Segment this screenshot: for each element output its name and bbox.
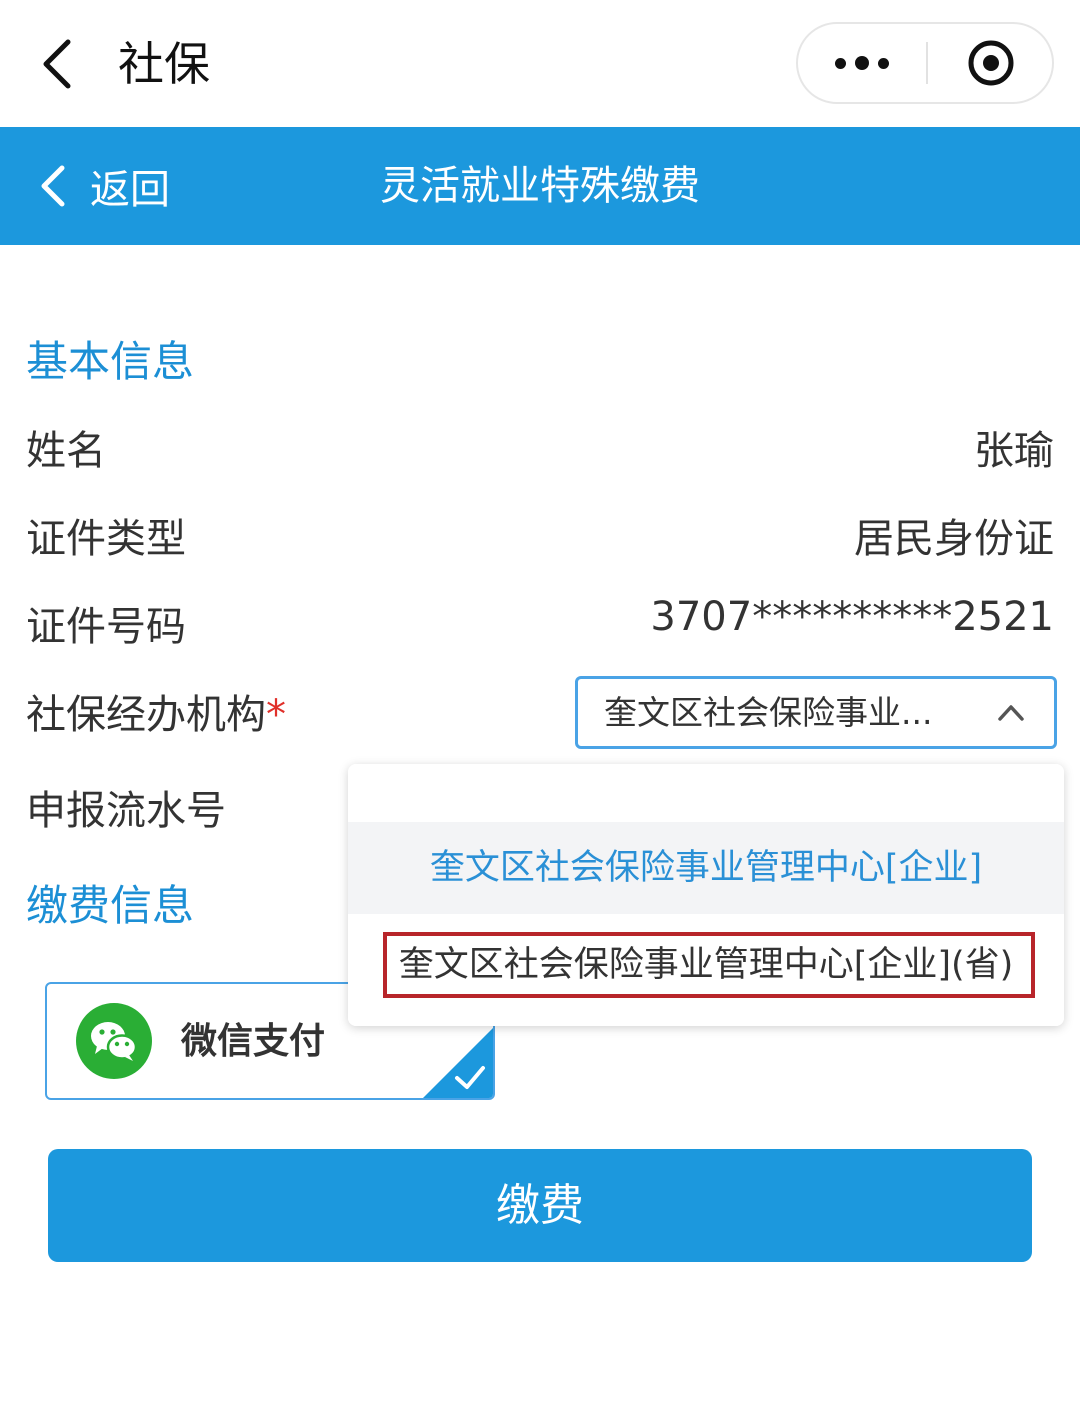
- chevron-up-icon: [998, 705, 1024, 721]
- dropdown-option-enterprise-province-label: 奎文区社会保险事业管理中心[企业](省): [398, 945, 1014, 985]
- id-number-label: 证件号码: [26, 604, 186, 650]
- header-back-button[interactable]: 返回: [36, 155, 170, 217]
- id-number-value: 3707**********2521: [650, 594, 1054, 640]
- agency-dropdown: 奎文区社会保险事业管理中心[企业] 奎文区社会保险事业管理中心[企业](省): [348, 764, 1064, 1026]
- payment-method-label: 微信支付: [181, 1021, 326, 1062]
- target-circle-icon[interactable]: [928, 24, 1054, 102]
- mini-program-top-bar: 社保: [0, 0, 1080, 127]
- section-title-payment-info: 缴费信息: [26, 881, 195, 930]
- selected-check-icon: [423, 1028, 493, 1098]
- name-value: 张瑜: [974, 428, 1054, 474]
- id-type-label: 证件类型: [26, 516, 186, 562]
- capsule-menu: [796, 22, 1054, 104]
- page-header: 灵活就业特殊缴费 返回: [0, 127, 1080, 245]
- page: 社保 灵活就业特殊缴费 返回 基本信息 姓名 张瑜 证件类型 居民身份证 证件号…: [0, 0, 1080, 1403]
- agency-select[interactable]: 奎文区社会保险事业...: [575, 676, 1057, 749]
- mini-program-title: 社保: [118, 37, 210, 91]
- section-title-basic-info: 基本信息: [26, 337, 195, 386]
- back-arrow-icon[interactable]: [34, 34, 88, 94]
- agency-select-value: 奎文区社会保险事业...: [604, 693, 933, 732]
- header-back-label: 返回: [90, 167, 170, 213]
- dropdown-option-enterprise[interactable]: 奎文区社会保险事业管理中心[企业]: [348, 822, 1064, 914]
- pay-button[interactable]: 缴费: [48, 1149, 1032, 1262]
- required-asterisk: *: [266, 692, 286, 738]
- dropdown-option-enterprise-province[interactable]: 奎文区社会保险事业管理中心[企业](省): [348, 914, 1064, 1026]
- agency-label-text: 社保经办机构: [26, 692, 266, 738]
- chevron-left-icon: [41, 165, 65, 207]
- wechat-icon: [76, 1003, 152, 1079]
- name-label: 姓名: [26, 428, 106, 474]
- dropdown-option-empty[interactable]: [348, 764, 1064, 822]
- more-dots-icon[interactable]: [798, 24, 926, 102]
- agency-label: 社保经办机构*: [26, 682, 286, 740]
- id-type-value: 居民身份证: [854, 516, 1054, 562]
- serial-number-label: 申报流水号: [26, 788, 226, 834]
